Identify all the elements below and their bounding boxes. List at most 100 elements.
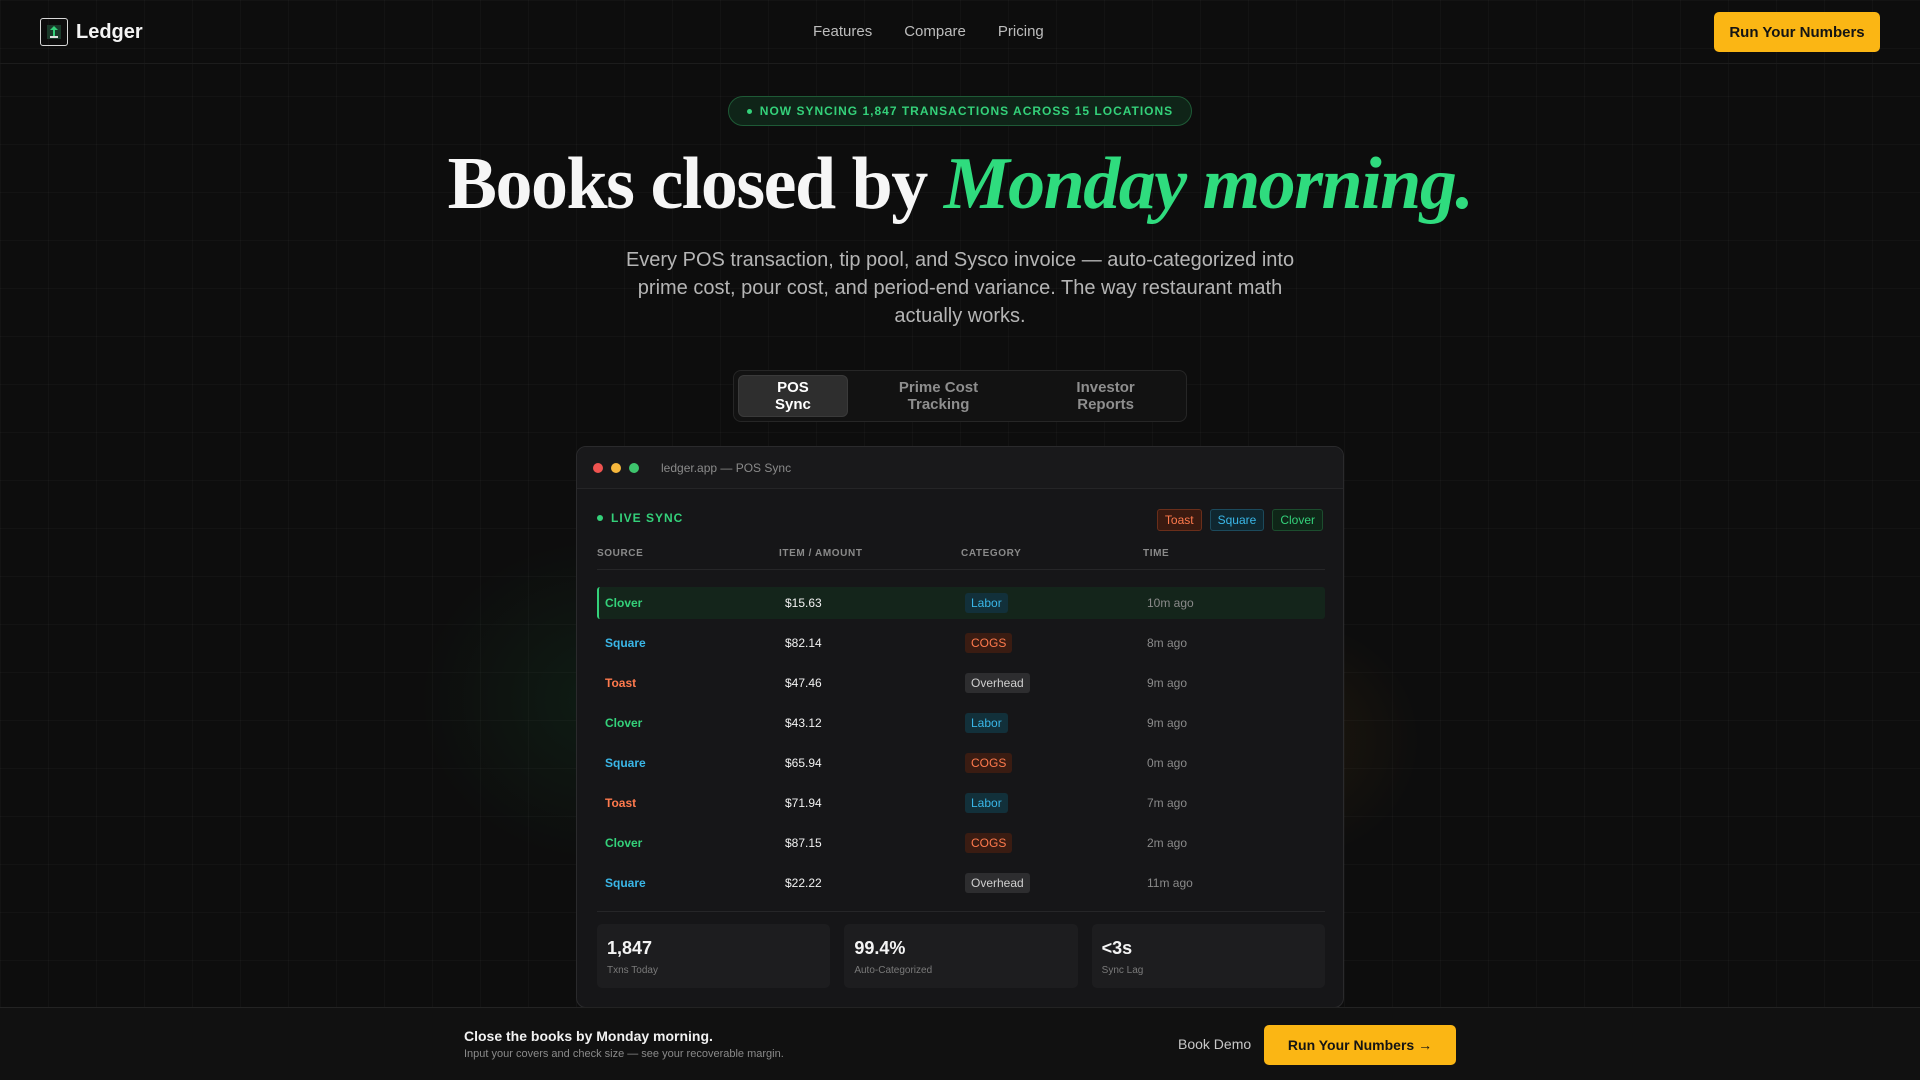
table-row: Clover $15.63 Labor 10m ago bbox=[597, 587, 1325, 619]
stat-value: <3s bbox=[1101, 938, 1133, 958]
category-tag: COGS bbox=[965, 753, 1013, 773]
stat-label: Auto-Categorized bbox=[854, 965, 933, 976]
nav-link-pricing[interactable]: Pricing bbox=[998, 23, 1044, 40]
pos-badges: Toast Square Clover bbox=[1156, 509, 1323, 531]
cell-category: Overhead bbox=[965, 673, 1147, 693]
cell-amount: $43.12 bbox=[785, 716, 822, 730]
brand-name: Ledger bbox=[76, 20, 143, 43]
ledger-logo-icon bbox=[40, 18, 68, 46]
run-numbers-button[interactable]: Run Your Numbers bbox=[1714, 12, 1880, 52]
cell-time: 10m ago bbox=[1147, 596, 1194, 610]
cta-bar-title: Close the books by Monday morning. bbox=[464, 1028, 713, 1044]
table-row: Toast $47.46 Overhead 9m ago bbox=[597, 667, 1325, 699]
cell-category: COGS bbox=[965, 833, 1147, 853]
cta-bar-subtitle: Input your covers and check size — see y… bbox=[464, 1048, 784, 1060]
cell-amount: $71.94 bbox=[785, 796, 822, 810]
table-header: SOURCE ITEM / AMOUNT CATEGORY TIME bbox=[597, 548, 1325, 570]
cell-time: 0m ago bbox=[1147, 756, 1188, 770]
cell-category: Labor bbox=[965, 593, 1147, 613]
window-title: ledger.app — POS Sync bbox=[661, 460, 792, 475]
stat-card: 99.4% Auto-Categorized bbox=[844, 924, 1078, 988]
cell-time: 11m ago bbox=[1147, 876, 1193, 890]
live-sync-text: LIVE SYNC bbox=[611, 511, 684, 525]
app-window-preview: ledger.app — POS Sync LIVE SYNC Toast Sq… bbox=[576, 446, 1344, 1008]
stat-value: 1,847 bbox=[607, 938, 653, 958]
cell-source: Clover bbox=[605, 596, 643, 610]
cell-category: COGS bbox=[965, 633, 1147, 653]
cell-amount: $65.94 bbox=[785, 756, 822, 770]
brand[interactable]: Ledger bbox=[40, 18, 143, 46]
table-row: Square $22.22 Overhead 11m ago bbox=[597, 867, 1325, 899]
table-row: Clover $43.12 Labor 9m ago bbox=[597, 707, 1325, 739]
stats-row: 1,847 Txns Today 99.4% Auto-Categorized … bbox=[597, 924, 1325, 988]
category-tag: Labor bbox=[965, 593, 1008, 613]
tab-prime-cost-tracking[interactable]: Prime Cost Tracking bbox=[850, 375, 1027, 417]
category-tag: COGS bbox=[965, 833, 1013, 853]
top-nav: Ledger Features Compare Pricing Run Your… bbox=[0, 0, 1920, 64]
sticky-cta-bar: Close the books by Monday morning. Input… bbox=[0, 1007, 1920, 1080]
cell-source: Clover bbox=[605, 836, 643, 850]
column-header-source: SOURCE bbox=[597, 548, 644, 559]
cell-source: Toast bbox=[605, 676, 637, 690]
cell-source: Square bbox=[605, 756, 646, 770]
category-tag: COGS bbox=[965, 633, 1013, 653]
cell-source: Square bbox=[605, 876, 646, 890]
cell-category: Labor bbox=[965, 713, 1147, 733]
category-tag: Overhead bbox=[965, 673, 1030, 693]
table-row: Square $82.14 COGS 8m ago bbox=[597, 627, 1325, 659]
hero-subtitle: Every POS transaction, tip pool, and Sys… bbox=[625, 249, 1295, 327]
sync-status-text: NOW SYNCING 1,847 TRANSACTIONS ACROSS 15… bbox=[759, 104, 1174, 118]
tab-investor-reports[interactable]: Investor Reports bbox=[1029, 375, 1182, 417]
cell-amount: $87.15 bbox=[785, 836, 822, 850]
cell-time: 9m ago bbox=[1147, 676, 1188, 690]
sync-status-pill: NOW SYNCING 1,847 TRANSACTIONS ACROSS 15… bbox=[728, 96, 1192, 126]
stat-card: <3s Sync Lag bbox=[1091, 924, 1325, 988]
cell-time: 2m ago bbox=[1147, 836, 1188, 850]
live-sync-label: LIVE SYNC bbox=[597, 511, 683, 525]
cell-amount: $22.22 bbox=[785, 876, 822, 890]
cell-amount: $15.63 bbox=[785, 596, 822, 610]
nav-link-features[interactable]: Features bbox=[813, 23, 872, 40]
run-numbers-bottom-button[interactable]: Run Your Numbers → bbox=[1264, 1025, 1456, 1065]
cell-source: Toast bbox=[605, 796, 637, 810]
cell-amount: $82.14 bbox=[785, 636, 822, 650]
column-header-time: TIME bbox=[1143, 548, 1170, 559]
maximize-dot-icon bbox=[629, 462, 639, 473]
cell-category: Labor bbox=[965, 793, 1147, 813]
table-row: Clover $87.15 COGS 2m ago bbox=[597, 827, 1325, 859]
cell-source: Square bbox=[605, 636, 646, 650]
cell-time: 7m ago bbox=[1147, 796, 1188, 810]
feature-tabs: POS Sync Prime Cost Tracking Investor Re… bbox=[733, 370, 1187, 422]
cell-amount: $47.46 bbox=[785, 676, 822, 690]
cell-category: Overhead bbox=[965, 873, 1147, 893]
tab-pos-sync[interactable]: POS Sync bbox=[738, 375, 848, 417]
close-dot-icon bbox=[593, 462, 603, 473]
stat-card: 1,847 Txns Today bbox=[597, 924, 831, 988]
window-titlebar: ledger.app — POS Sync bbox=[577, 447, 1343, 489]
stat-label: Sync Lag bbox=[1101, 965, 1144, 976]
badge-square: Square bbox=[1209, 509, 1265, 531]
badge-toast: Toast bbox=[1156, 509, 1202, 531]
transaction-table: Clover $15.63 Labor 10m ago Square $82.14 COGS… bbox=[597, 587, 1325, 907]
cell-category: COGS bbox=[965, 753, 1147, 773]
nav-link-compare[interactable]: Compare bbox=[904, 23, 966, 40]
stat-label: Txns Today bbox=[607, 965, 658, 976]
minimize-dot-icon bbox=[611, 462, 621, 473]
table-row: Toast $71.94 Labor 7m ago bbox=[597, 787, 1325, 819]
badge-clover: Clover bbox=[1272, 509, 1323, 531]
column-header-amount: ITEM / AMOUNT bbox=[779, 548, 863, 559]
stats-divider bbox=[597, 911, 1325, 912]
live-dot-icon bbox=[597, 515, 603, 521]
status-dot-icon bbox=[746, 108, 752, 114]
stat-value: 99.4% bbox=[854, 938, 906, 958]
book-demo-button[interactable]: Book Demo bbox=[1178, 1036, 1251, 1052]
hero-title-plain: Books closed by bbox=[447, 143, 944, 225]
cell-time: 9m ago bbox=[1147, 716, 1188, 730]
category-tag: Overhead bbox=[965, 873, 1030, 893]
category-tag: Labor bbox=[965, 793, 1008, 813]
cell-source: Clover bbox=[605, 716, 643, 730]
cell-time: 8m ago bbox=[1147, 636, 1188, 650]
category-tag: Labor bbox=[965, 713, 1008, 733]
hero-title-accent: Monday morning. bbox=[943, 143, 1474, 225]
column-header-category: CATEGORY bbox=[961, 548, 1022, 559]
